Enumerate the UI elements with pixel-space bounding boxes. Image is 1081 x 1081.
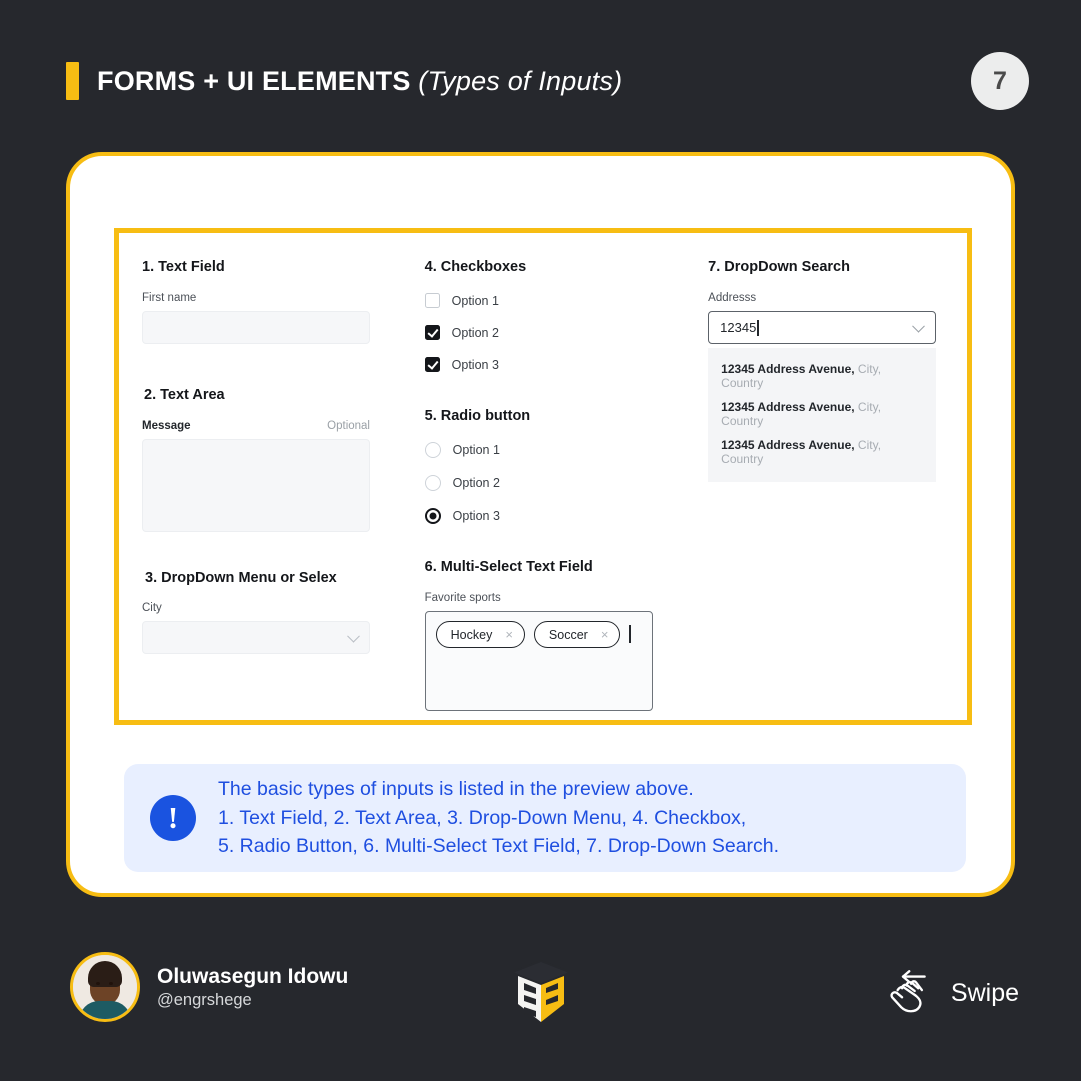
- city-label: City: [142, 602, 162, 614]
- callout-line-2: 1. Text Field, 2. Text Area, 3. Drop-Dow…: [218, 806, 747, 829]
- callout-line-1: The basic types of inputs is listed in t…: [218, 778, 694, 801]
- author-handle: @engrshege: [157, 990, 252, 1009]
- close-icon[interactable]: ×: [505, 627, 513, 642]
- callout-text: The basic types of inputs is listed in t…: [218, 775, 779, 861]
- checkbox-row[interactable]: Option 2: [424, 325, 709, 340]
- message-textarea[interactable]: [142, 439, 370, 532]
- tag-pill[interactable]: Hockey ×: [435, 621, 525, 648]
- checkbox-unchecked-icon[interactable]: [424, 293, 440, 308]
- section-title-checkboxes: 4. Checkboxes: [424, 259, 527, 275]
- text-caret: [757, 319, 759, 336]
- section-title-dropdown-menu: 3. DropDown Menu or Selex: [145, 570, 337, 586]
- author-profile: Oluwasegun Idowu @engrshege: [70, 952, 348, 1022]
- suggestion-item[interactable]: 12345 Address Avenue, City, Country: [708, 433, 936, 471]
- radio-row[interactable]: Option 3: [424, 508, 709, 524]
- text-caret: [629, 625, 631, 643]
- checkbox-row[interactable]: Option 3: [424, 357, 709, 372]
- section-title-text-area: 2. Text Area: [144, 387, 225, 403]
- page-title: FORMS + UI ELEMENTS (Types of Inputs): [97, 66, 622, 97]
- avatar-eye-left: [96, 982, 100, 985]
- message-label: Message: [142, 420, 191, 432]
- section-title-text-field: 1. Text Field: [142, 259, 225, 275]
- author-name: Oluwasegun Idowu: [157, 964, 349, 988]
- radio-selected-icon[interactable]: [424, 508, 441, 524]
- exclamation-icon: !: [150, 795, 196, 841]
- address-label: Addresss: [708, 292, 757, 304]
- checkbox-checked-icon[interactable]: [424, 357, 440, 372]
- suggestion-main: 12345 Address Avenue,: [721, 438, 855, 452]
- address-search-value: 12345: [720, 320, 757, 335]
- radio-label: Option 1: [452, 443, 500, 457]
- swipe-hand-icon: [885, 966, 939, 1021]
- radio-unselected-icon[interactable]: [424, 442, 441, 458]
- author-text: Oluwasegun Idowu @engrshege: [157, 965, 348, 1010]
- first-name-label: First name: [142, 292, 197, 304]
- callout-line-3: 5. Radio Button, 6. Multi-Select Text Fi…: [218, 835, 780, 858]
- checkbox-row[interactable]: Option 1: [424, 293, 709, 308]
- checkbox-checked-icon[interactable]: [424, 325, 440, 340]
- suggestion-item[interactable]: 12345 Address Avenue, City, Country: [708, 357, 936, 395]
- chevron-down-icon[interactable]: [912, 319, 926, 333]
- brand-logo-icon: [508, 958, 574, 1026]
- avatar-eye-right: [109, 982, 113, 985]
- content-card: 1. Text Field First name 2. Text Area Me…: [66, 152, 1015, 897]
- city-select[interactable]: [142, 621, 370, 654]
- message-label-row: Message Optional: [142, 420, 370, 432]
- form-preview-frame: 1. Text Field First name 2. Text Area Me…: [114, 228, 972, 725]
- radio-row[interactable]: Option 2: [424, 475, 709, 491]
- checkbox-label: Option 3: [451, 357, 499, 372]
- preview-column-1: 1. Text Field First name 2. Text Area Me…: [119, 259, 416, 720]
- close-icon[interactable]: ×: [601, 627, 609, 642]
- suggestion-main: 12345 Address Avenue,: [721, 400, 855, 414]
- avatar: [70, 952, 140, 1022]
- swipe-hint: Swipe: [885, 966, 1019, 1021]
- tag-pill-label: Soccer: [548, 627, 588, 642]
- section-title-multi-select: 6. Multi-Select Text Field: [424, 559, 593, 575]
- accent-bar: [66, 62, 79, 100]
- checkbox-label: Option 1: [451, 293, 499, 308]
- tag-pill[interactable]: Soccer ×: [533, 621, 621, 648]
- suggestion-item[interactable]: 12345 Address Avenue, City, Country: [708, 395, 936, 433]
- slide: FORMS + UI ELEMENTS (Types of Inputs) 7 …: [0, 0, 1081, 1081]
- radio-label: Option 3: [452, 509, 500, 523]
- suggestion-main: 12345 Address Avenue,: [721, 362, 855, 376]
- tag-pill-label: Hockey: [450, 627, 493, 642]
- chevron-down-icon: [347, 629, 360, 643]
- info-callout: ! The basic types of inputs is listed in…: [124, 764, 966, 872]
- preview-column-2: 4. Checkboxes Option 1 Option 2 Option 3…: [416, 259, 709, 720]
- radio-label: Option 2: [452, 476, 500, 490]
- radio-unselected-icon[interactable]: [424, 475, 441, 491]
- favorite-sports-label: Favorite sports: [424, 592, 501, 604]
- multi-select-input[interactable]: Hockey × Soccer ×: [424, 611, 653, 711]
- section-title-dropdown-search: 7. DropDown Search: [708, 259, 850, 275]
- page-title-sub: (Types of Inputs): [418, 65, 623, 96]
- radio-row[interactable]: Option 1: [424, 442, 709, 458]
- checkbox-label: Option 2: [451, 325, 499, 340]
- first-name-input[interactable]: [142, 311, 370, 344]
- page-number-badge: 7: [971, 52, 1029, 110]
- page-title-main: FORMS + UI ELEMENTS: [97, 65, 411, 96]
- address-suggestions-list: 12345 Address Avenue, City, Country 1234…: [708, 348, 937, 482]
- swipe-label: Swipe: [950, 979, 1019, 1007]
- message-optional-label: Optional: [327, 420, 370, 432]
- section-title-radio-button: 5. Radio button: [424, 408, 531, 424]
- preview-column-3: 7. DropDown Search Addresss 12345 12345 …: [708, 259, 967, 720]
- avatar-hair: [88, 961, 122, 987]
- header: FORMS + UI ELEMENTS (Types of Inputs): [66, 62, 622, 100]
- address-search-input[interactable]: 12345: [708, 311, 937, 344]
